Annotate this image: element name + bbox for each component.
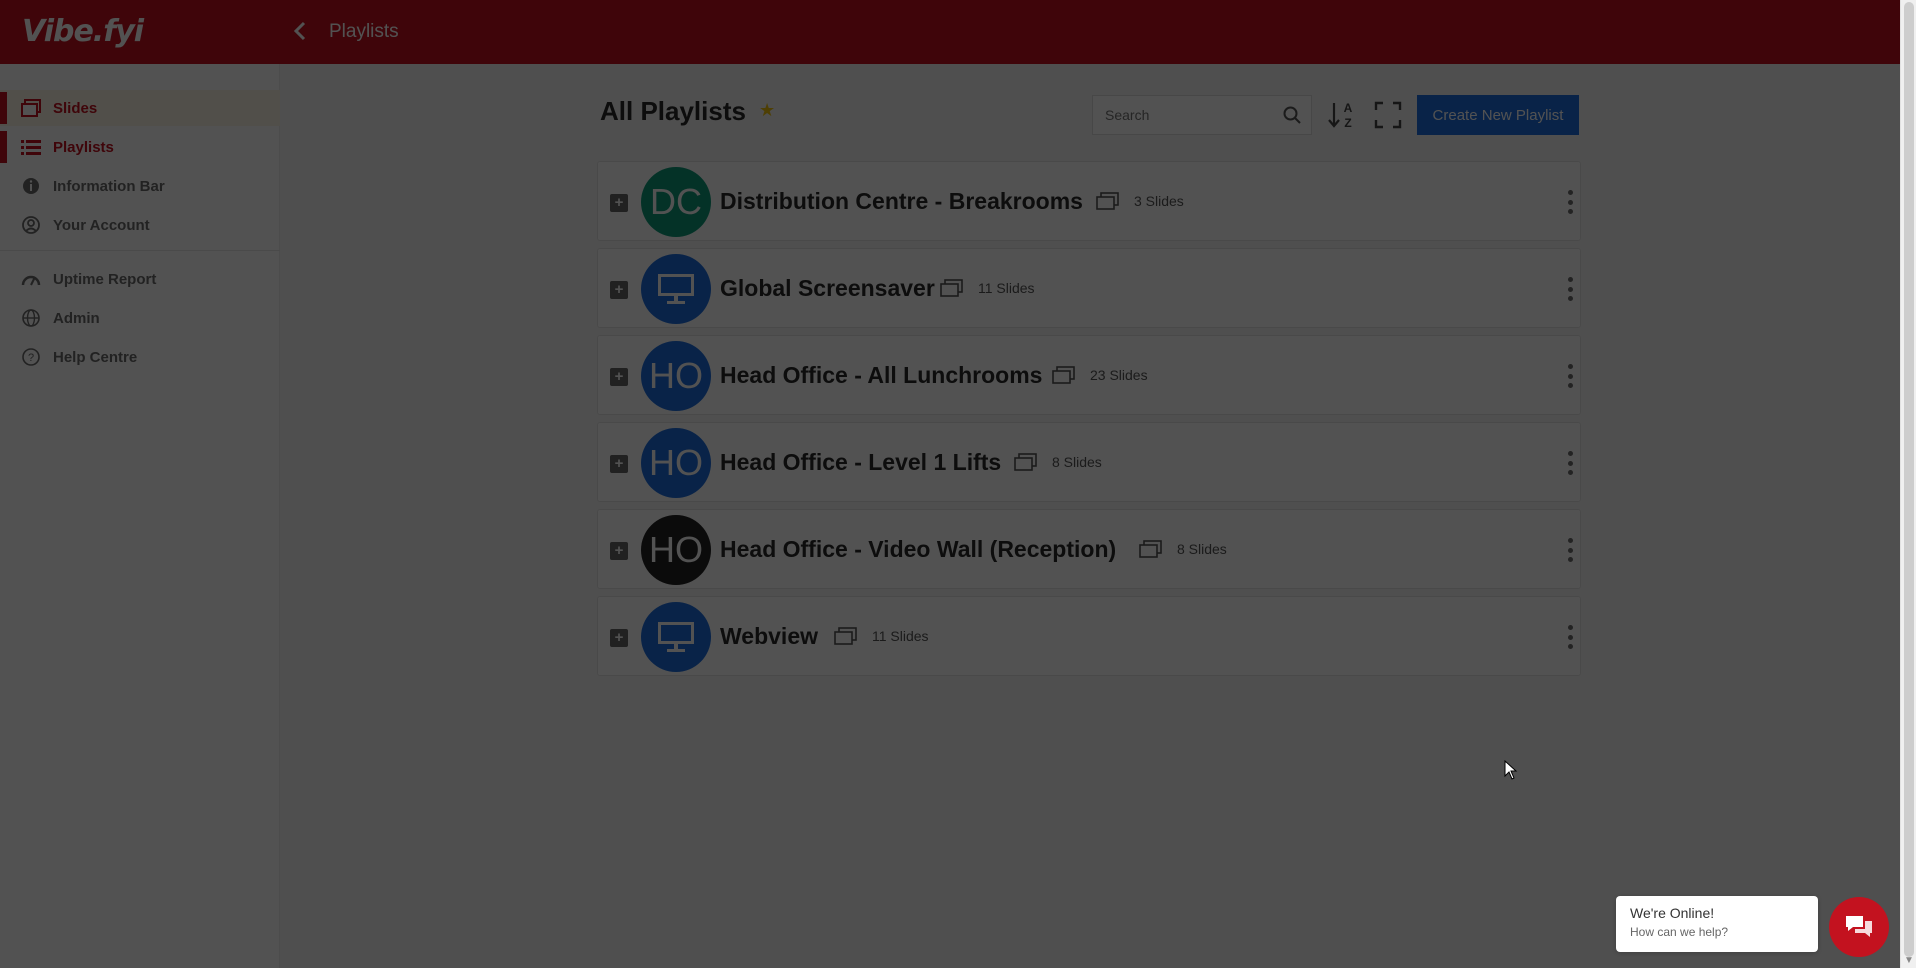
- playlist-name[interactable]: Head Office - Level 1 Lifts: [720, 449, 1001, 476]
- sidebar-divider: [0, 250, 280, 251]
- more-options-icon[interactable]: [1567, 190, 1573, 214]
- playlist-meta: 3 Slides: [1096, 192, 1184, 210]
- slides-stack-icon: [1052, 366, 1075, 384]
- expand-icon[interactable]: +: [610, 629, 628, 647]
- slides-icon: [20, 97, 42, 119]
- playlist-avatar: HO: [641, 341, 711, 411]
- expand-icon[interactable]: +: [610, 455, 628, 473]
- sidebar-item-slides[interactable]: Slides: [0, 90, 280, 126]
- playlist-row[interactable]: + DC Distribution Centre - Breakrooms 3 …: [597, 161, 1581, 241]
- star-icon: ★: [759, 100, 776, 120]
- expand-icon[interactable]: +: [610, 194, 628, 212]
- playlist-row[interactable]: + HO Head Office - All Lunchrooms 23 Sli…: [597, 335, 1581, 415]
- sidebar-item-label: Information Bar: [53, 177, 165, 195]
- list-icon: [20, 136, 42, 158]
- sidebar-item-label: Playlists: [53, 138, 114, 156]
- chat-button[interactable]: [1829, 897, 1889, 957]
- slide-count: 8 Slides: [1052, 454, 1102, 470]
- slides-stack-icon: [940, 279, 963, 297]
- breadcrumb: Playlists: [329, 21, 399, 42]
- sidebar-item-your-account[interactable]: Your Account: [0, 207, 280, 243]
- playlist-meta: 8 Slides: [1139, 540, 1227, 558]
- playlist-meta: 23 Slides: [1052, 366, 1148, 384]
- slide-count: 11 Slides: [872, 628, 929, 644]
- playlist-meta: 11 Slides: [940, 279, 1035, 297]
- sort-alpha-icon: A Z: [1328, 101, 1353, 130]
- sidebar-item-information-bar[interactable]: Information Bar: [0, 168, 280, 204]
- scroll-down-arrow-icon[interactable]: ▼: [1904, 955, 1914, 966]
- slide-count: 11 Slides: [978, 280, 1035, 296]
- slides-stack-icon: [834, 627, 857, 645]
- playlist-avatar: HO: [641, 515, 711, 585]
- slide-count: 23 Slides: [1090, 367, 1148, 383]
- help-icon: ?: [20, 346, 42, 368]
- more-options-icon[interactable]: [1567, 538, 1573, 562]
- sidebar-item-uptime-report[interactable]: Uptime Report: [0, 261, 280, 297]
- chat-icon: [1846, 916, 1872, 937]
- sidebar-item-label: Help Centre: [53, 348, 138, 366]
- playlist-row[interactable]: + HO Head Office - Video Wall (Reception…: [597, 509, 1581, 589]
- app-logo[interactable]: Vibe.fyi: [22, 14, 144, 49]
- info-icon: [20, 175, 42, 197]
- globe-icon: [20, 307, 42, 329]
- gauge-icon: [20, 268, 42, 290]
- more-options-icon[interactable]: [1567, 277, 1573, 301]
- expand-icon[interactable]: +: [610, 542, 628, 560]
- more-options-icon[interactable]: [1567, 364, 1573, 388]
- expand-icon[interactable]: +: [610, 281, 628, 299]
- playlist-name[interactable]: Head Office - Video Wall (Reception): [720, 536, 1116, 563]
- top-bar: Vibe.fyi Playlists: [0, 0, 1900, 64]
- search-icon[interactable]: [1283, 106, 1301, 129]
- slide-count: 8 Slides: [1177, 541, 1227, 557]
- svg-text:?: ?: [28, 352, 34, 364]
- playlist-meta: 8 Slides: [1014, 453, 1102, 471]
- playlist-row[interactable]: + HO Head Office - Level 1 Lifts 8 Slide…: [597, 422, 1581, 502]
- slides-stack-icon: [1139, 540, 1162, 558]
- playlist-name[interactable]: Global Screensaver: [720, 275, 935, 302]
- sidebar-item-label: Your Account: [53, 216, 150, 234]
- svg-text:A: A: [1344, 101, 1353, 115]
- search-box: [1092, 95, 1312, 135]
- sort-button[interactable]: A Z: [1328, 99, 1358, 131]
- fullscreen-button[interactable]: [1373, 100, 1403, 130]
- page-title: All Playlists: [600, 96, 746, 126]
- chevron-left-icon: [293, 21, 306, 41]
- sidebar-item-playlists[interactable]: Playlists: [0, 129, 280, 165]
- chat-subtitle: How can we help?: [1630, 925, 1729, 939]
- sidebar-item-label: Slides: [53, 99, 98, 117]
- create-new-playlist-button[interactable]: Create New Playlist: [1417, 95, 1579, 135]
- mouse-cursor-icon: [1504, 760, 1518, 780]
- sidebar-item-label: Uptime Report: [53, 270, 157, 288]
- playlist-row[interactable]: + Webview 11 Slides: [597, 596, 1581, 676]
- sidebar-item-admin[interactable]: Admin: [0, 300, 280, 336]
- more-options-icon[interactable]: [1567, 625, 1573, 649]
- slide-count: 3 Slides: [1134, 193, 1184, 209]
- playlist-row[interactable]: + Global Screensaver 11 Slides: [597, 248, 1581, 328]
- monitor-icon: [641, 602, 711, 672]
- main-content: All Playlists ★ A Z Create New Playlist …: [281, 64, 1900, 968]
- playlist-name[interactable]: Distribution Centre - Breakrooms: [720, 188, 1083, 215]
- svg-text:Z: Z: [1344, 116, 1351, 130]
- fullscreen-icon: [1374, 101, 1402, 129]
- playlist-avatar: HO: [641, 428, 711, 498]
- playlist-meta: 11 Slides: [834, 627, 929, 645]
- scrollbar-thumb[interactable]: [1904, 2, 1914, 957]
- playlist-avatar: DC: [641, 167, 711, 237]
- back-button[interactable]: [288, 19, 312, 43]
- search-input[interactable]: [1105, 107, 1275, 123]
- slides-stack-icon: [1096, 192, 1119, 210]
- monitor-icon: [641, 254, 711, 324]
- slides-stack-icon: [1014, 453, 1037, 471]
- playlist-name[interactable]: Head Office - All Lunchrooms: [720, 362, 1042, 389]
- chat-title: We're Online!: [1630, 905, 1715, 921]
- more-options-icon[interactable]: [1567, 451, 1573, 475]
- account-icon: [20, 214, 42, 236]
- page-scrollbar[interactable]: ▼: [1900, 0, 1916, 968]
- expand-icon[interactable]: +: [610, 368, 628, 386]
- sidebar-item-label: Admin: [53, 309, 100, 327]
- chat-prompt[interactable]: We're Online! How can we help?: [1616, 896, 1818, 952]
- sidebar-item-help-centre[interactable]: ? Help Centre: [0, 339, 280, 375]
- sidebar: Slides Playlists Information Bar Your Ac…: [0, 64, 280, 968]
- playlist-name[interactable]: Webview: [720, 623, 818, 650]
